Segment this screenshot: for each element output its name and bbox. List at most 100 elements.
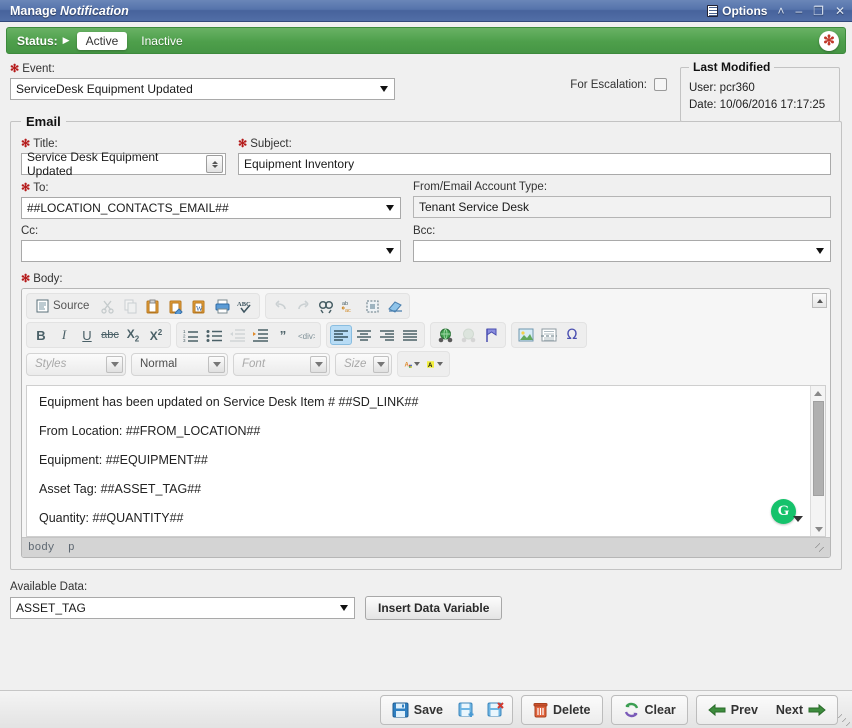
size-combo[interactable]: Size	[335, 353, 392, 376]
available-data-section: Available Data: ASSET_TAG Insert Data Va…	[10, 581, 842, 620]
status-tab-inactive[interactable]: Inactive	[127, 32, 191, 50]
subscript-icon[interactable]: X2	[122, 325, 144, 345]
editor-resize-grip[interactable]	[815, 543, 827, 555]
prev-label: Prev	[731, 703, 758, 717]
print-icon[interactable]	[211, 296, 233, 316]
undo-icon[interactable]	[269, 296, 291, 316]
available-data-row: ASSET_TAG Insert Data Variable	[10, 596, 842, 620]
indent-icon[interactable]	[249, 325, 271, 345]
insert-data-variable-button[interactable]: Insert Data Variable	[365, 596, 502, 620]
chevron-down-icon	[340, 605, 348, 611]
anchor-icon[interactable]	[480, 325, 502, 345]
format-combo[interactable]: Normal	[131, 353, 228, 376]
cc-select[interactable]	[21, 240, 401, 262]
div-container-icon[interactable]: <div>	[295, 325, 317, 345]
title-stepper-icon[interactable]	[206, 155, 223, 173]
save-and-new-button[interactable]	[453, 698, 480, 722]
close-icon[interactable]: ✕	[834, 5, 846, 17]
scrollbar-thumb[interactable]	[813, 401, 824, 496]
page-break-icon[interactable]	[538, 325, 560, 345]
italic-icon[interactable]: I	[53, 325, 75, 345]
scroll-down-icon[interactable]	[811, 522, 826, 536]
clear-button-group: Clear	[611, 695, 688, 725]
options-menu-button[interactable]: Options	[707, 4, 767, 18]
prev-button[interactable]: Prev	[700, 698, 766, 722]
scroll-up-icon[interactable]	[811, 386, 825, 400]
image-icon[interactable]	[515, 325, 537, 345]
text-color-icon[interactable]: A	[401, 354, 423, 374]
minimize-icon[interactable]: –	[794, 5, 803, 17]
remove-format-icon[interactable]	[384, 296, 406, 316]
chevron-down-icon[interactable]	[793, 516, 803, 522]
background-color-icon[interactable]: A	[424, 354, 446, 374]
justify-icon[interactable]	[399, 325, 421, 345]
link-icon[interactable]	[434, 325, 456, 345]
status-tab-active[interactable]: Active	[77, 32, 128, 50]
find-icon[interactable]	[315, 296, 337, 316]
align-center-icon[interactable]	[353, 325, 375, 345]
paste-as-text-icon[interactable]	[165, 296, 187, 316]
title-input[interactable]: Service Desk Equipment Updated	[21, 153, 226, 175]
bcc-field-group: Bcc:	[413, 225, 831, 262]
for-escalation-checkbox[interactable]	[654, 78, 667, 91]
toolbar-collapse-icon[interactable]	[812, 293, 827, 308]
align-right-icon[interactable]	[376, 325, 398, 345]
cut-icon[interactable]	[96, 296, 118, 316]
grammarly-widget[interactable]: G	[771, 499, 803, 524]
element-path-p[interactable]: p	[68, 542, 75, 554]
paste-icon[interactable]	[142, 296, 164, 316]
styles-combo[interactable]: Styles	[26, 353, 126, 376]
align-left-icon[interactable]	[330, 325, 352, 345]
editor-scrollbar[interactable]	[810, 386, 825, 536]
bcc-label: Bcc:	[413, 225, 831, 237]
replace-icon[interactable]: abac	[338, 296, 360, 316]
rich-text-editor: Source W	[21, 288, 831, 558]
source-button[interactable]: Source	[30, 296, 95, 316]
save-and-close-button[interactable]	[482, 698, 509, 722]
bulleted-list-icon[interactable]	[203, 325, 225, 345]
bcc-select[interactable]	[413, 240, 831, 262]
available-data-select[interactable]: ASSET_TAG	[10, 597, 355, 619]
svg-text:<div>: <div>	[298, 332, 315, 341]
event-field-group: ✻Event: ServiceDesk Equipment Updated	[10, 62, 395, 100]
bold-icon[interactable]: B	[30, 325, 52, 345]
collapse-icon[interactable]: ˄	[776, 5, 785, 17]
save-button[interactable]: Save	[384, 698, 451, 722]
select-all-icon[interactable]	[361, 296, 383, 316]
next-button[interactable]: Next	[768, 698, 834, 722]
to-select[interactable]: ##LOCATION_CONTACTS_EMAIL##	[21, 197, 401, 219]
delete-button[interactable]: Delete	[525, 698, 599, 722]
font-combo[interactable]: Font	[233, 353, 330, 376]
blockquote-icon[interactable]: ”	[272, 325, 294, 345]
title-subject-row: ✻Title: Service Desk Equipment Updated ✻…	[21, 137, 831, 175]
subject-input[interactable]: Equipment Inventory	[238, 153, 831, 175]
window-resize-grip[interactable]	[838, 714, 850, 726]
chevron-down-icon	[414, 362, 420, 366]
editor-body[interactable]: Equipment has been updated on Service De…	[27, 386, 825, 537]
last-modified-user: User: pcr360	[689, 80, 831, 97]
event-select[interactable]: ServiceDesk Equipment Updated	[10, 78, 395, 100]
next-label: Next	[776, 703, 803, 717]
spellcheck-icon[interactable]: ABC	[234, 296, 256, 316]
special-character-icon[interactable]: Ω	[561, 325, 583, 345]
svg-text:ac: ac	[345, 308, 351, 314]
chevron-down-icon	[380, 86, 388, 92]
underline-icon[interactable]: U	[76, 325, 98, 345]
font-combo-label: Font	[242, 358, 265, 370]
element-path-body[interactable]: body	[28, 542, 54, 554]
unlink-icon[interactable]	[457, 325, 479, 345]
clear-button[interactable]: Clear	[615, 698, 684, 722]
paste-from-word-icon[interactable]: W	[188, 296, 210, 316]
numbered-list-icon[interactable]: 123	[180, 325, 202, 345]
superscript-icon[interactable]: X2	[145, 325, 167, 345]
outdent-icon[interactable]	[226, 325, 248, 345]
form-top-section: ✻Event: ServiceDesk Equipment Updated Fo…	[0, 54, 852, 100]
restore-icon[interactable]: ❐	[812, 5, 825, 17]
copy-icon[interactable]	[119, 296, 141, 316]
event-select-value: ServiceDesk Equipment Updated	[16, 82, 193, 96]
cc-field-group: Cc:	[21, 225, 401, 262]
redo-icon[interactable]	[292, 296, 314, 316]
title-sub: Notification	[60, 4, 129, 18]
strikethrough-icon[interactable]: abc	[99, 325, 121, 345]
editor-content-area[interactable]: Equipment has been updated on Service De…	[26, 385, 826, 537]
